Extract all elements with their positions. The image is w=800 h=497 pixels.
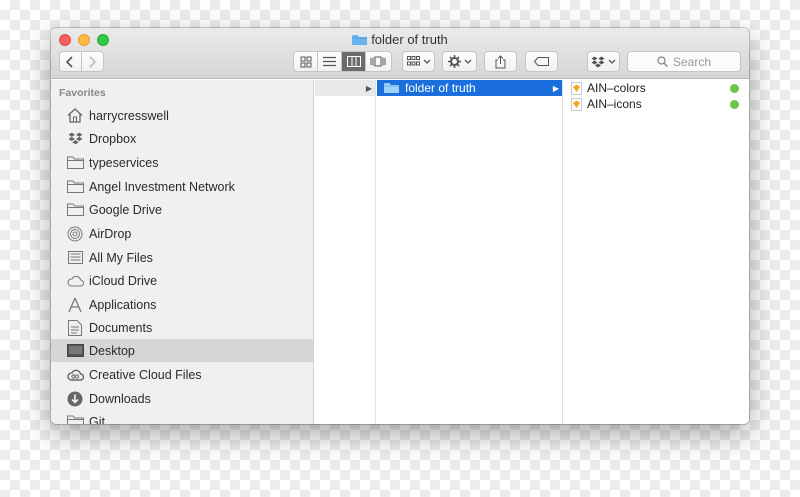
folder-row-label: folder of truth bbox=[405, 81, 476, 95]
sidebar-item-label: typeservices bbox=[89, 155, 159, 170]
sidebar-item-downloads[interactable]: Downloads bbox=[51, 387, 313, 410]
sidebar-item-label: Git bbox=[89, 414, 105, 425]
sketch-file-icon bbox=[571, 97, 582, 111]
sidebar-item-label: Google Drive bbox=[89, 202, 162, 217]
sidebar-item-git[interactable]: Git bbox=[51, 410, 313, 425]
documents-icon bbox=[66, 319, 84, 337]
back-chevron-icon bbox=[66, 55, 73, 68]
file-row-label: AIN–icons bbox=[587, 97, 642, 111]
folder-icon bbox=[66, 178, 84, 196]
finder-window: folder of truth Search Favorites harrycr… bbox=[51, 28, 749, 424]
sidebar-item-label: All My Files bbox=[89, 250, 153, 265]
dropbox-dropdown[interactable] bbox=[587, 51, 620, 72]
file-row-ain-colors[interactable]: AIN–colors bbox=[564, 80, 749, 96]
sidebar-item-label: Creative Cloud Files bbox=[89, 367, 202, 382]
navigation-buttons bbox=[59, 51, 104, 72]
list-view-button[interactable] bbox=[318, 52, 342, 71]
file-row-label: AIN–colors bbox=[587, 81, 646, 95]
edit-tags-button[interactable] bbox=[525, 51, 558, 72]
sidebar-item-all-my-files[interactable]: All My Files bbox=[51, 246, 313, 269]
sidebar-item-label: AirDrop bbox=[89, 226, 132, 241]
parent-column[interactable]: ▶ bbox=[315, 80, 376, 424]
window-title: folder of truth bbox=[51, 32, 749, 49]
dropbox-icon bbox=[591, 56, 605, 67]
files-column[interactable]: AIN–colors AIN–icons bbox=[564, 80, 749, 424]
forward-button[interactable] bbox=[82, 52, 103, 71]
chevron-down-icon bbox=[608, 59, 616, 64]
arrange-dropdown[interactable] bbox=[402, 51, 435, 72]
sidebar-item-dropbox[interactable]: Dropbox bbox=[51, 127, 313, 150]
sidebar-item-angel-investment-network[interactable]: Angel Investment Network bbox=[51, 175, 313, 198]
folder-column[interactable]: folder of truth ▶ bbox=[377, 80, 563, 424]
window-title-text: folder of truth bbox=[371, 32, 448, 47]
sidebar-item-label: harrycresswell bbox=[89, 108, 169, 123]
disclosure-arrow-icon: ▶ bbox=[552, 83, 559, 93]
chevron-down-icon bbox=[464, 59, 471, 64]
back-button[interactable] bbox=[60, 52, 82, 71]
sidebar-item-creative-cloud-files[interactable]: Creative Cloud Files bbox=[51, 363, 313, 386]
downloads-icon bbox=[66, 390, 84, 408]
sidebar-item-documents[interactable]: Documents bbox=[51, 316, 313, 339]
sidebar-item-icloud-drive[interactable]: iCloud Drive bbox=[51, 269, 313, 292]
folder-icon bbox=[352, 34, 368, 49]
share-icon bbox=[495, 54, 506, 68]
sidebar-item-google-drive[interactable]: Google Drive bbox=[51, 198, 313, 221]
chevron-down-icon bbox=[423, 59, 430, 64]
sidebar-item-desktop[interactable]: Desktop bbox=[51, 339, 313, 362]
arrange-grid-icon bbox=[406, 56, 420, 66]
sidebar-item-label: iCloud Drive bbox=[89, 273, 158, 288]
forward-chevron-icon bbox=[89, 55, 97, 68]
applications-icon bbox=[66, 296, 84, 314]
sidebar-item-label: Angel Investment Network bbox=[89, 179, 235, 194]
search-placeholder: Search bbox=[672, 54, 712, 69]
sidebar: Favorites harrycresswell Dropbox typeser… bbox=[51, 80, 314, 424]
sync-status-badge bbox=[730, 83, 739, 93]
cover-flow-icon bbox=[370, 56, 386, 67]
tag-icon bbox=[534, 57, 549, 66]
list-view-icon bbox=[323, 56, 336, 67]
sketch-file-icon bbox=[571, 81, 582, 95]
files-icon bbox=[66, 249, 84, 267]
sync-status-badge bbox=[730, 99, 739, 109]
desktop-icon bbox=[66, 342, 84, 360]
folder-icon bbox=[384, 82, 399, 94]
action-dropdown[interactable] bbox=[442, 51, 477, 72]
creative-cloud-icon bbox=[66, 366, 84, 384]
icon-view-icon bbox=[300, 56, 311, 67]
column-view-button[interactable] bbox=[342, 52, 366, 71]
share-button[interactable] bbox=[484, 51, 517, 72]
sidebar-item-harrycresswell[interactable]: harrycresswell bbox=[51, 104, 313, 127]
cover-flow-view-button[interactable] bbox=[366, 52, 390, 71]
file-row-ain-icons[interactable]: AIN–icons bbox=[564, 96, 749, 112]
search-field[interactable]: Search bbox=[627, 51, 741, 72]
sidebar-item-label: Dropbox bbox=[89, 131, 137, 146]
parent-column-row[interactable]: ▶ bbox=[315, 80, 375, 96]
sidebar-item-typeservices[interactable]: typeservices bbox=[51, 151, 313, 174]
search-icon bbox=[657, 56, 668, 67]
sidebar-item-label: Documents bbox=[89, 320, 153, 335]
folder-icon bbox=[66, 413, 84, 424]
column-view-icon bbox=[346, 56, 361, 67]
cloud-icon bbox=[66, 272, 84, 290]
disclosure-arrow-icon: ▶ bbox=[365, 83, 372, 93]
gear-icon bbox=[447, 55, 461, 68]
title-bar: folder of truth Search bbox=[51, 28, 749, 79]
sidebar-heading-favorites: Favorites bbox=[59, 87, 106, 99]
home-icon bbox=[66, 107, 84, 125]
dropbox-icon bbox=[66, 130, 84, 148]
sidebar-item-airdrop[interactable]: AirDrop bbox=[51, 222, 313, 245]
sidebar-item-label: Desktop bbox=[89, 343, 135, 358]
folder-icon bbox=[66, 201, 84, 219]
sidebar-item-label: Applications bbox=[89, 297, 157, 312]
sidebar-item-applications[interactable]: Applications bbox=[51, 293, 313, 316]
view-mode-control bbox=[293, 51, 392, 72]
folder-row-folder-of-truth[interactable]: folder of truth ▶ bbox=[377, 80, 562, 96]
airdrop-icon bbox=[66, 225, 84, 243]
icon-view-button[interactable] bbox=[294, 52, 318, 71]
sidebar-item-label: Downloads bbox=[89, 391, 151, 406]
folder-icon bbox=[66, 154, 84, 172]
